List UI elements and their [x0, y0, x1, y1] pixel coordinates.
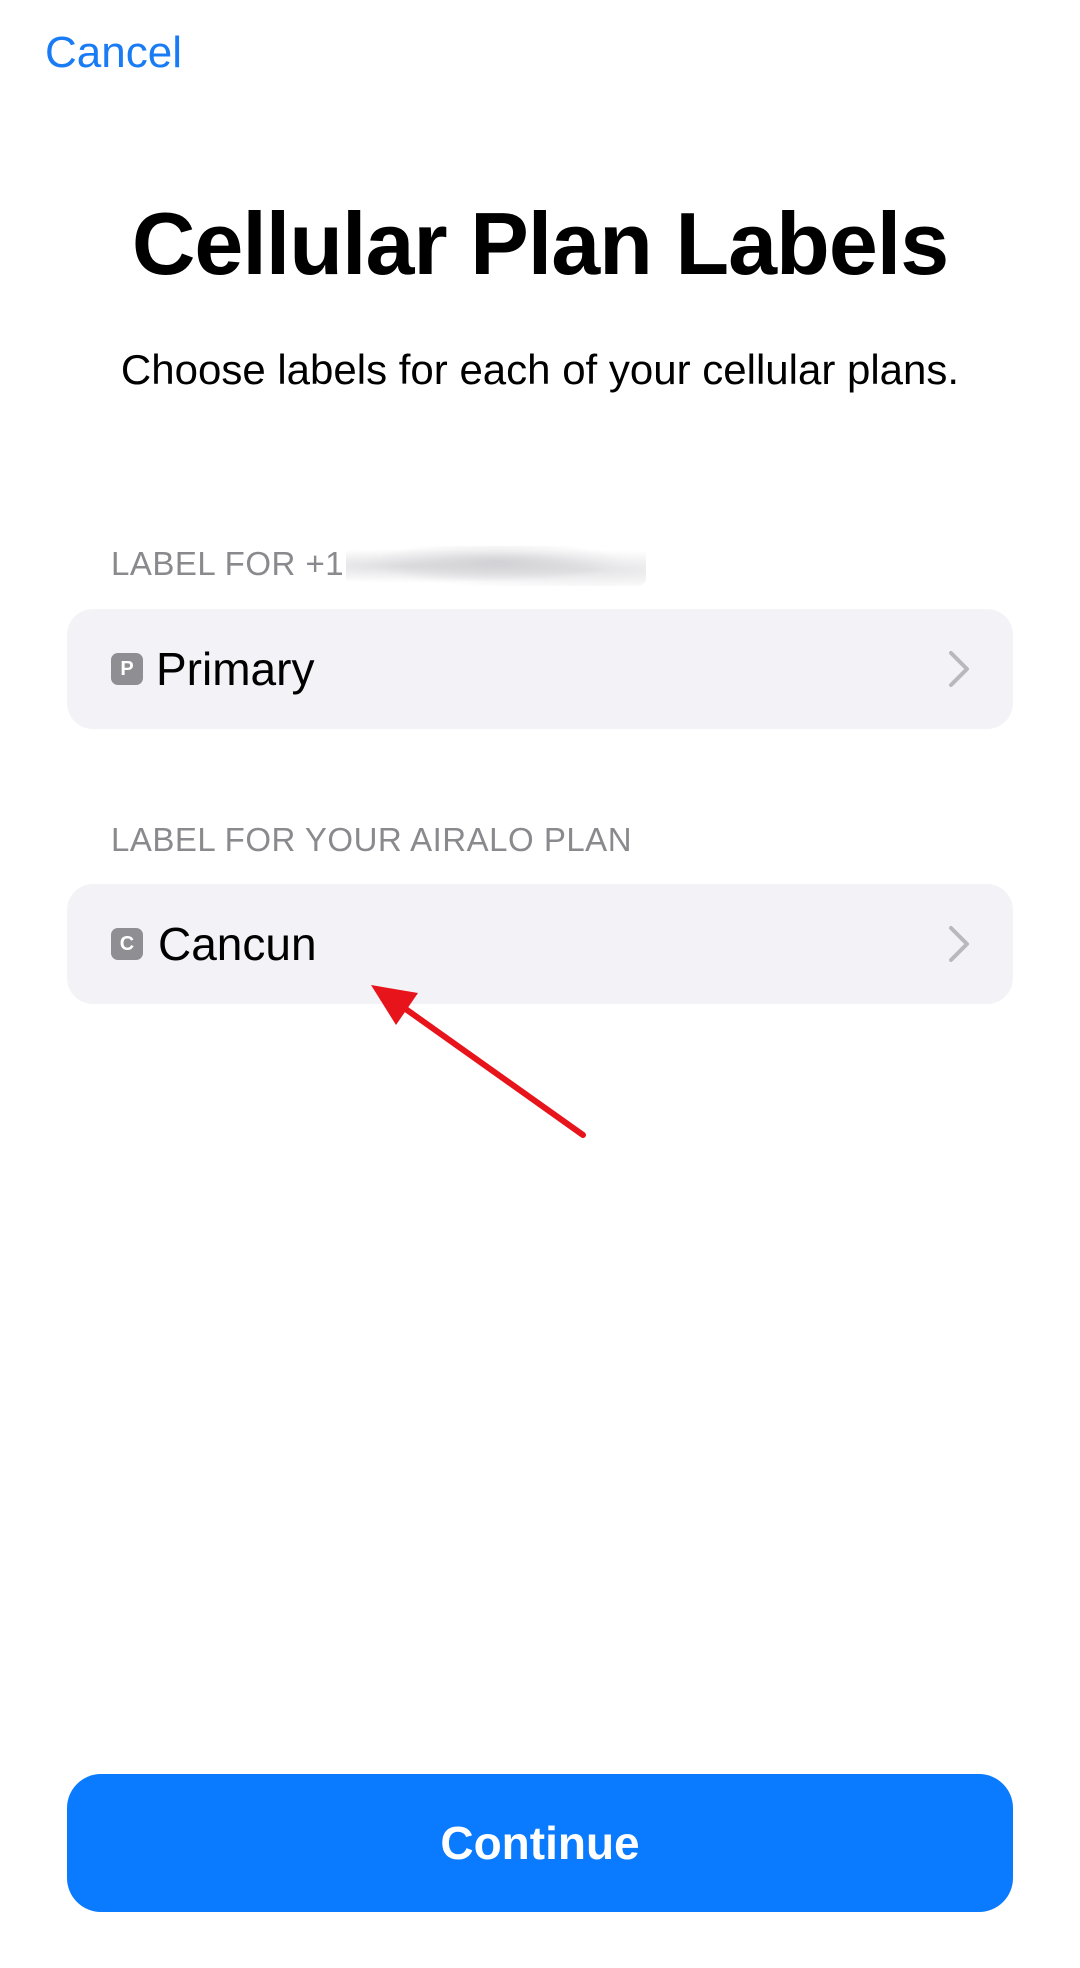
plan-label-primary: Primary	[156, 643, 315, 695]
plan-badge-p-icon: P	[111, 653, 143, 685]
cancel-button[interactable]: Cancel	[45, 28, 182, 78]
plan-row-airalo[interactable]: C Cancun	[67, 884, 1013, 1004]
page-subtitle: Choose labels for each of your cellular …	[120, 346, 960, 393]
plan-label-cancun: Cancun	[158, 918, 317, 970]
redacted-phone-number	[346, 546, 647, 587]
chevron-right-icon	[949, 926, 969, 962]
section-header-airalo: LABEL FOR YOUR AIRALO PLAN	[111, 821, 633, 858]
section-header-primary: LABEL FOR +1	[111, 545, 647, 587]
plan-row-primary[interactable]: P Primary	[67, 609, 1013, 729]
plan-badge-c-icon: C	[111, 928, 143, 960]
continue-button[interactable]: Continue	[67, 1774, 1013, 1912]
section-header-primary-text: LABEL FOR +1	[111, 545, 345, 582]
chevron-right-icon	[949, 651, 969, 687]
page-title: Cellular Plan Labels	[131, 194, 949, 293]
